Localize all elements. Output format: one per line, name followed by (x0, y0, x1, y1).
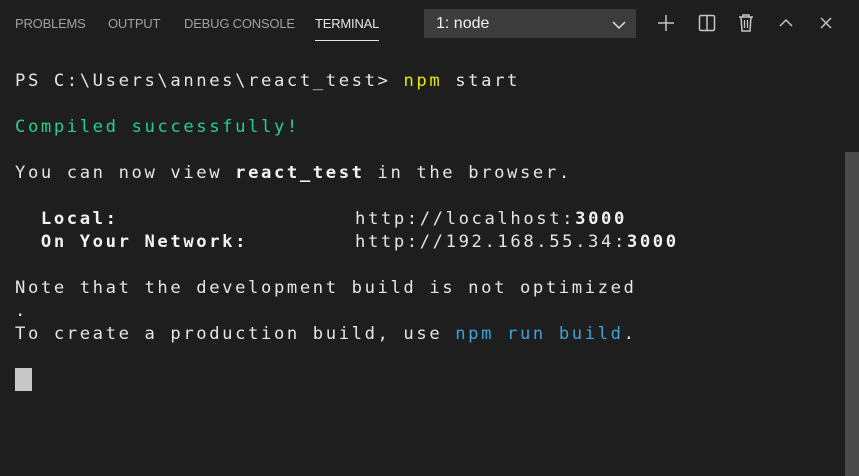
terminal-select-value: 1: node (436, 15, 490, 32)
create-build-line: To create a production build, use npm ru… (15, 324, 637, 344)
network-port: 3000 (626, 232, 679, 252)
command-npm: npm (403, 71, 443, 91)
local-port: 3000 (575, 209, 627, 229)
local-label: Local: (15, 209, 119, 229)
local-line: Local: http://localhost:3000 (15, 209, 627, 229)
panel-header: PROBLEMS OUTPUT DEBUG CONSOLE TERMINAL 1… (0, 0, 859, 47)
build-command: npm run build (455, 324, 624, 344)
trash-icon[interactable] (735, 12, 757, 34)
tab-output[interactable]: OUTPUT (108, 16, 160, 38)
network-line: On Your Network: http://192.168.55.34:300… (15, 232, 679, 252)
create-suffix: . (623, 324, 637, 344)
command-args: start (442, 71, 520, 91)
note-line-continuation: . (15, 301, 28, 321)
close-icon[interactable] (815, 12, 837, 34)
prompt-text: PS C:\Users\annes\react_test> (15, 71, 404, 91)
create-prefix: To create a production build, use (15, 324, 456, 344)
prompt-line: PS C:\Users\annes\react_test> npm start (15, 71, 520, 91)
view-message: You can now view react_test in the brows… (15, 163, 572, 183)
terminal-select[interactable]: 1: node (424, 9, 636, 38)
terminal-cursor (15, 368, 32, 391)
network-url: http://192.168.55.34: (355, 232, 627, 252)
view-suffix: in the browser. (364, 163, 572, 183)
plus-icon[interactable] (655, 12, 677, 34)
chevron-down-icon (612, 18, 626, 30)
chevron-up-icon[interactable] (775, 12, 797, 34)
local-url: http://localhost: (355, 209, 576, 229)
split-icon[interactable] (696, 12, 718, 34)
view-prefix: You can now view (15, 163, 236, 183)
terminal-output[interactable]: PS C:\Users\annes\react_test> npm start … (0, 47, 845, 476)
network-label: On Your Network: (15, 232, 249, 252)
tab-debug-console[interactable]: DEBUG CONSOLE (184, 16, 295, 38)
tab-terminal[interactable]: TERMINAL (315, 16, 379, 41)
note-line: Note that the development build is not o… (15, 278, 637, 298)
tab-problems[interactable]: PROBLEMS (15, 16, 86, 38)
compiled-message: Compiled successfully! (15, 117, 300, 137)
app-name: react_test (235, 163, 365, 183)
terminal-scrollbar[interactable] (845, 152, 859, 476)
